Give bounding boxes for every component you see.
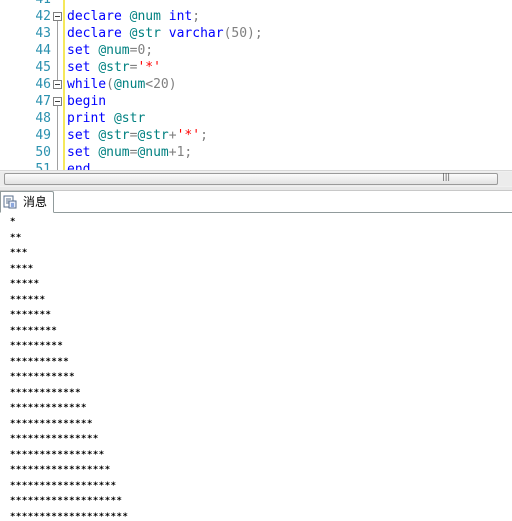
tab-messages[interactable]: 消息 — [0, 191, 54, 213]
code-token: while — [67, 77, 107, 92]
code-token: ; — [192, 9, 201, 24]
code-line[interactable]: declare @num int; — [67, 8, 200, 25]
line-number: 49 — [35, 128, 51, 143]
scrollbar-grip-icon: ||| — [442, 172, 451, 181]
line-number: 51 — [35, 162, 51, 170]
code-token: declare — [67, 26, 122, 41]
message-line: ****** — [10, 294, 46, 305]
message-line: **************** — [10, 449, 105, 460]
message-line: ***** — [10, 279, 40, 289]
code-token: @num — [129, 9, 161, 24]
message-line: *** — [10, 248, 28, 258]
code-line[interactable]: set @num=@num+1; — [67, 144, 192, 161]
code-token: print — [67, 111, 107, 126]
line-number: 41 — [0, 0, 51, 8]
code-editor[interactable]: 4142 43 44 45 46 47 48 49 50 51 declare @num int;… — [0, 0, 512, 170]
results-tab-strip: 消息 — [0, 191, 512, 213]
code-token: <20) — [145, 77, 177, 92]
message-line: ********* — [10, 341, 64, 351]
fold-guide-line — [57, 21, 58, 80]
code-line[interactable]: print @str — [67, 110, 145, 127]
code-token: end — [67, 162, 91, 170]
code-token: + — [168, 128, 177, 143]
change-tracking-bar — [63, 0, 65, 170]
code-line[interactable]: declare @str varchar(50); — [67, 25, 263, 42]
code-token: @num — [98, 43, 130, 58]
line-number: 45 — [35, 60, 51, 75]
message-line: *********** — [10, 372, 76, 382]
code-token: @num — [137, 145, 169, 160]
fold-guide-line — [57, 106, 58, 170]
code-token: set — [67, 128, 91, 143]
message-line: ************** — [10, 418, 93, 429]
message-line: ************ — [10, 387, 82, 398]
message-line: ******************** — [10, 511, 129, 521]
code-token: ( — [106, 77, 114, 92]
code-line[interactable]: end — [67, 161, 90, 170]
code-token: '*' — [176, 128, 201, 143]
code-token: @str — [98, 60, 130, 75]
line-number: 43 — [35, 26, 51, 41]
code-line[interactable]: set @num=0; — [67, 42, 153, 59]
code-token: (50); — [223, 26, 263, 41]
messages-icon — [3, 195, 17, 209]
message-line: ******************* — [10, 496, 123, 506]
collapse-icon[interactable] — [53, 80, 62, 89]
code-token: set — [67, 145, 91, 160]
code-line[interactable]: set @str=@str+'*'; — [67, 127, 208, 144]
line-number: 42 — [35, 9, 51, 24]
code-token: =0; — [129, 43, 154, 58]
code-token: @str — [129, 26, 161, 41]
collapse-icon[interactable] — [53, 97, 62, 106]
message-line: ***************** — [10, 465, 111, 475]
sql-query-window: 4142 43 44 45 46 47 48 49 50 51 declare @num int;… — [0, 0, 512, 521]
code-token: @str — [113, 111, 146, 126]
code-token: @num — [98, 145, 130, 160]
code-token: ; — [200, 128, 208, 143]
collapse-icon[interactable] — [53, 12, 62, 21]
code-token: int — [168, 9, 193, 24]
code-line[interactable]: begin — [67, 93, 106, 110]
message-line: ** — [10, 232, 22, 243]
tab-messages-label: 消息 — [23, 195, 48, 209]
message-line: **** — [10, 263, 34, 274]
code-line[interactable]: set @str='*' — [67, 59, 161, 76]
message-line: ************* — [10, 403, 87, 413]
code-token: set — [67, 43, 91, 58]
code-token: @str — [98, 128, 130, 143]
line-number-gutter: 4142 43 44 45 46 47 48 49 50 51 — [0, 0, 52, 170]
message-line: ********** — [10, 356, 70, 367]
code-token: @num — [113, 77, 146, 92]
code-token: @str — [137, 128, 169, 143]
horizontal-scrollbar[interactable]: ||| — [0, 170, 512, 187]
code-token: begin — [67, 94, 107, 109]
messages-output[interactable]: * ** *** **** ***** ****** ******* ******** ****… — [0, 214, 512, 521]
code-token: varchar — [168, 26, 224, 41]
code-line[interactable]: while(@num<20) — [67, 76, 177, 93]
message-line: ******** — [10, 325, 58, 336]
line-number: 48 — [35, 111, 51, 126]
line-number: 47 — [35, 94, 51, 109]
code-token: +1; — [168, 145, 193, 160]
code-token: set — [67, 60, 91, 75]
message-line: ****************** — [10, 480, 117, 491]
message-line: *************** — [10, 434, 99, 444]
line-number: 46 — [35, 77, 51, 92]
scrollbar-thumb[interactable] — [4, 173, 498, 185]
code-token: '*' — [137, 60, 161, 75]
line-number: 50 — [35, 145, 51, 160]
line-number: 44 — [35, 43, 51, 58]
message-line: ******* — [10, 310, 52, 320]
message-line: * — [10, 217, 16, 227]
code-token: declare — [67, 9, 122, 24]
